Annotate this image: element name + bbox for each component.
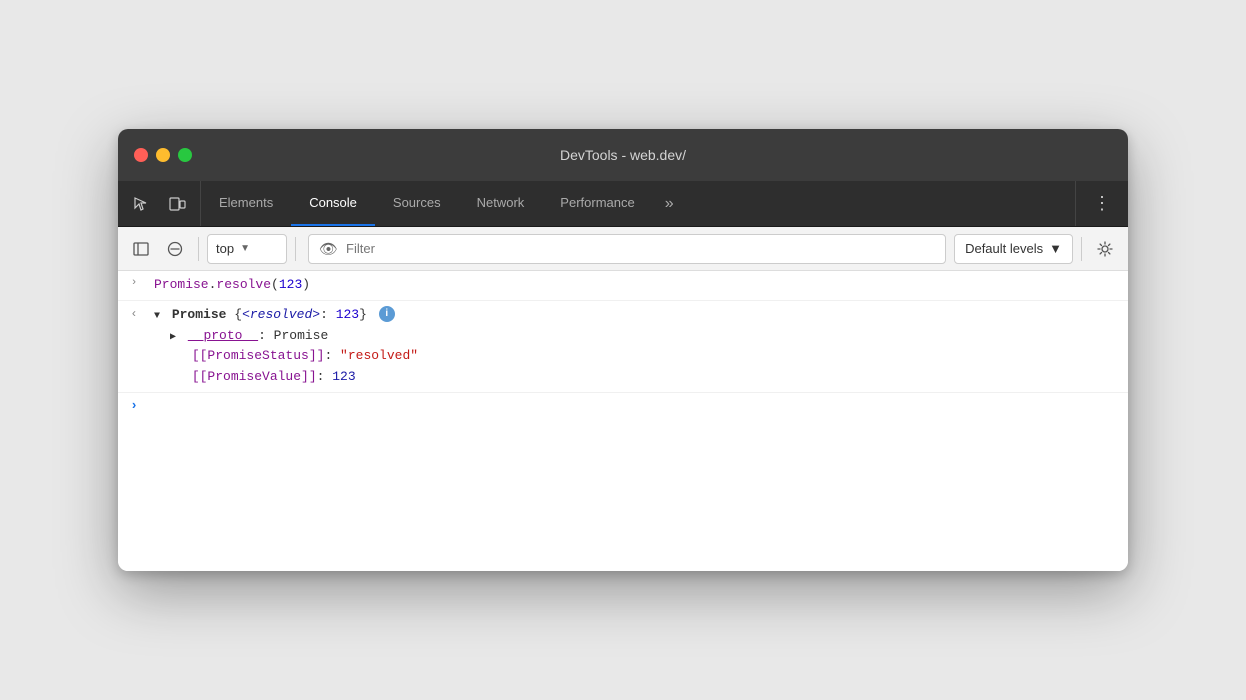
- minimize-button[interactable]: [156, 148, 170, 162]
- promise-status-value: "resolved": [340, 348, 418, 363]
- title-bar: DevTools - web.dev/: [118, 129, 1128, 181]
- clear-console-button[interactable]: [160, 234, 190, 264]
- levels-dropdown-arrow: ▼: [1049, 241, 1062, 256]
- device-toolbar-icon[interactable]: [162, 189, 192, 219]
- toolbar-divider-3: [1081, 237, 1082, 261]
- promise-status-row: [[PromiseStatus]]: "resolved": [118, 346, 1120, 367]
- tab-bar-end: ⋮: [1075, 181, 1128, 226]
- tab-network[interactable]: Network: [459, 181, 543, 226]
- close-button[interactable]: [134, 148, 148, 162]
- console-entry-promise: ‹ ▼ Promise {<resolved>: 123} i ▶ __prot…: [118, 301, 1128, 393]
- toolbar-divider-1: [198, 237, 199, 261]
- default-levels-button[interactable]: Default levels ▼: [954, 234, 1073, 264]
- promise-status-label: [[PromiseStatus]]: [192, 348, 325, 363]
- entry-content-2: ▼ Promise {<resolved>: 123} i: [150, 305, 1120, 326]
- sidebar-toggle-button[interactable]: [126, 234, 156, 264]
- info-badge[interactable]: i: [379, 306, 395, 322]
- console-area: › Promise.resolve(123) ‹ ▼ Promise {<res…: [118, 271, 1128, 571]
- console-input-line[interactable]: ›: [118, 393, 1128, 419]
- promise-value-label: [[PromiseValue]]: [192, 369, 317, 384]
- toolbar-divider-2: [295, 237, 296, 261]
- context-selector[interactable]: top ▼: [207, 234, 287, 264]
- more-options-button[interactable]: ⋮: [1088, 190, 1116, 218]
- tab-performance[interactable]: Performance: [542, 181, 652, 226]
- tabs: Elements Console Sources Network Perform…: [201, 181, 1075, 226]
- devtools-window: DevTools - web.dev/ Elements Console: [118, 129, 1128, 571]
- promise-resolve-text: Promise: [154, 277, 209, 292]
- inspect-icon[interactable]: [126, 189, 156, 219]
- eye-icon[interactable]: 👁: [319, 240, 338, 258]
- proto-label[interactable]: __proto__: [188, 328, 258, 343]
- tab-bar: Elements Console Sources Network Perform…: [118, 181, 1128, 227]
- toolbar: top ▼ 👁 Default levels ▼: [118, 227, 1128, 271]
- proto-row: ▶ __proto__: Promise: [118, 326, 1120, 347]
- window-title: DevTools - web.dev/: [560, 147, 686, 163]
- tab-console[interactable]: Console: [291, 181, 375, 226]
- tab-bar-icons: [118, 181, 201, 226]
- cursor-arrow: ›: [118, 398, 150, 413]
- more-tabs-button[interactable]: »: [653, 181, 686, 226]
- input-arrow: ›: [118, 275, 150, 289]
- console-entry-input: › Promise.resolve(123): [118, 271, 1128, 301]
- output-arrow: ‹: [118, 305, 150, 321]
- console-input[interactable]: [150, 397, 1120, 415]
- promise-value-number: 123: [332, 369, 355, 384]
- traffic-lights: [134, 148, 192, 162]
- settings-button[interactable]: [1090, 234, 1120, 264]
- filter-input[interactable]: [346, 241, 935, 256]
- filter-wrapper: 👁: [308, 234, 946, 264]
- entry-content-1: Promise.resolve(123): [150, 275, 1120, 296]
- tab-sources[interactable]: Sources: [375, 181, 459, 226]
- maximize-button[interactable]: [178, 148, 192, 162]
- collapse-arrow[interactable]: ▼: [154, 311, 160, 322]
- context-dropdown-arrow: ▼: [240, 243, 250, 254]
- promise-value-row: [[PromiseValue]]: 123: [118, 367, 1120, 388]
- proto-expand-arrow[interactable]: ▶: [170, 332, 176, 343]
- tab-elements[interactable]: Elements: [201, 181, 291, 226]
